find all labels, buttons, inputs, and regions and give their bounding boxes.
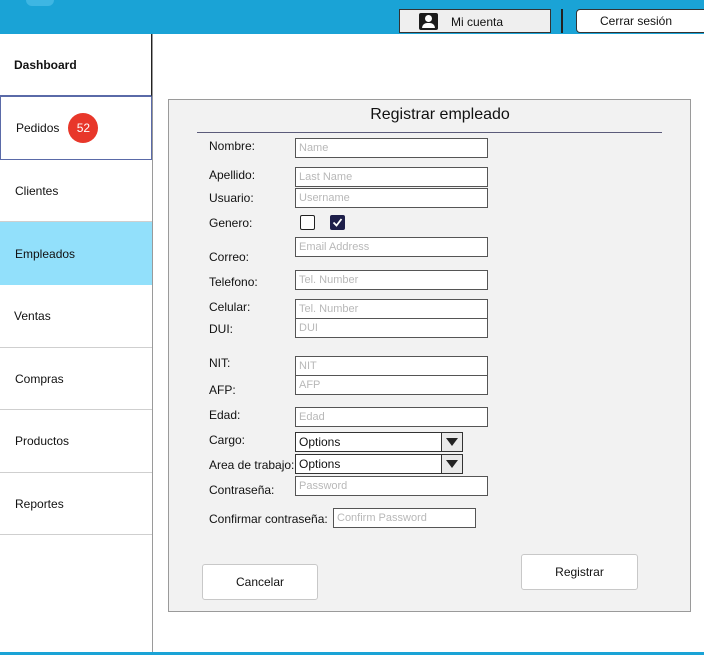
telefono-label: Telefono: [209,275,258,289]
sidebar-item-clientes[interactable]: Clientes [0,160,152,222]
usuario-input[interactable]: Username [295,188,488,208]
sidebar-item-label: Pedidos [16,121,60,135]
confirmar-label: Confirmar contraseña: [209,512,328,526]
correo-label: Correo: [209,250,250,264]
sidebar-item-ventas[interactable]: Ventas [0,285,152,348]
genero-checkbox-2[interactable] [330,215,345,230]
nit-input[interactable]: NIT [295,356,488,376]
sidebar-item-label: Compras [15,371,64,386]
contrasena-label: Contraseña: [209,483,275,497]
sidebar-item-productos[interactable]: Productos [0,410,152,473]
celular-label: Celular: [209,300,251,314]
sidebar: Dashboard Pedidos 52 Clientes Empleados … [0,34,153,652]
correo-input[interactable]: Email Address [295,237,488,257]
apellido-input[interactable]: Last Name [295,167,488,187]
sidebar-item-label: Reportes [15,496,64,511]
sidebar-item-label: Dashboard [14,57,77,72]
area-select-value: Options [299,457,341,471]
form-title: Registrar empleado [370,106,510,123]
sidebar-item-empleados[interactable]: Empleados [0,222,152,285]
sidebar-item-pedidos[interactable]: Pedidos 52 [0,97,152,160]
apellido-label: Apellido: [209,168,256,182]
genero-label: Genero: [209,216,253,230]
sidebar-item-label: Empleados [15,246,76,261]
cargo-select[interactable]: Options [295,432,463,452]
dropdown-arrow-icon[interactable] [441,433,462,451]
edad-label: Edad: [209,408,241,422]
area-select[interactable]: Options [295,454,463,474]
cargo-label: Cargo: [209,433,246,447]
afp-label: AFP: [209,383,236,397]
title-divider [197,132,662,133]
dui-input[interactable]: DUI [295,318,488,338]
password-input[interactable]: Password [295,476,488,496]
afp-input[interactable]: AFP [295,375,488,395]
user-icon [419,13,438,30]
cancel-button[interactable]: Cancelar [202,564,318,600]
nombre-input[interactable]: Name [295,138,488,158]
dui-label: DUI: [209,322,233,336]
pedidos-count-badge: 52 [68,113,99,143]
header-divider [561,9,563,33]
sidebar-item-reportes[interactable]: Reportes [0,473,152,535]
area-label: Area de trabajo: [209,458,295,472]
sidebar-item-compras[interactable]: Compras [0,348,152,410]
telefono-input[interactable]: Tel. Number [295,270,488,290]
check-icon [332,218,343,227]
edad-input[interactable]: Edad [295,407,488,427]
usuario-label: Usuario: [209,191,254,205]
nombre-label: Nombre: [209,139,256,153]
sidebar-item-dashboard[interactable]: Dashboard [0,34,152,97]
cargo-select-value: Options [299,435,341,449]
celular-input[interactable]: Tel. Number [295,299,488,319]
my-account-button[interactable]: Mi cuenta [399,9,551,33]
register-button[interactable]: Registrar [521,554,638,590]
genero-checkbox-1[interactable] [300,215,315,230]
register-employee-form: Registrar empleado Nombre: Name Apellido… [168,99,691,612]
sidebar-item-label: Ventas [14,309,51,323]
nit-label: NIT: [209,356,231,370]
sidebar-item-label: Productos [15,434,70,448]
logout-button[interactable]: Cerrar sesión [576,9,704,33]
sidebar-item-label: Clientes [15,183,59,198]
my-account-label: Mi cuenta [451,15,504,29]
logo [26,0,54,6]
confirm-password-input[interactable]: Confirm Password [333,508,476,528]
dropdown-arrow-icon[interactable] [441,455,462,473]
